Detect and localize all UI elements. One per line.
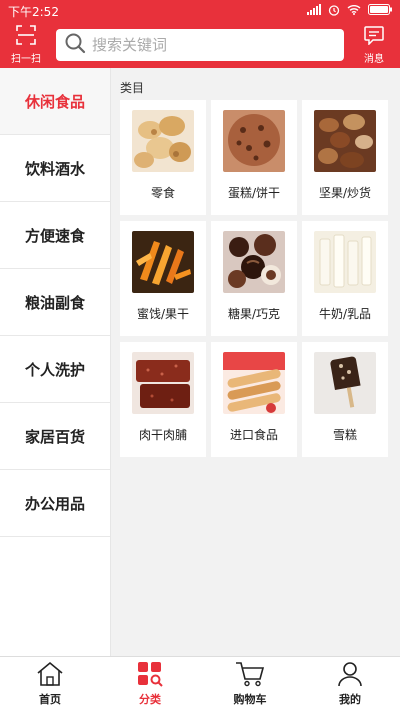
status-time: 下午2:52 (8, 4, 59, 19)
scan-button[interactable]: 扫一扫 (0, 22, 52, 68)
section-title: 类目 (120, 81, 145, 95)
category-tile-dried-fruit[interactable]: 蜜饯/果干 (120, 221, 206, 336)
tab-label: 分类 (139, 693, 161, 706)
bottom-tab-bar: 首页 分类 购物车 我的 (0, 656, 400, 711)
jerky-image (132, 352, 194, 414)
category-tile-nuts[interactable]: 坚果/炒货 (302, 100, 388, 215)
ice-cream-image (314, 352, 376, 414)
category-icon (137, 661, 163, 690)
sidebar-item-personal-care[interactable]: 个人洗护 (0, 336, 110, 403)
tab-label: 购物车 (233, 693, 267, 706)
header-bar: 扫一扫 消息 (0, 22, 400, 68)
scan-label: 扫一扫 (11, 54, 41, 65)
search-bar[interactable] (56, 29, 344, 61)
profile-icon (337, 661, 363, 690)
category-tile-imported-food[interactable]: 进口食品 (211, 342, 297, 457)
category-name: 肉干肉脯 (138, 428, 187, 442)
home-icon (36, 661, 64, 690)
tab-cart[interactable]: 购物车 (200, 657, 300, 711)
category-sidebar: 休闲食品 饮料酒水 方便速食 粮油副食 个人洗护 家居百货 办公用品 (0, 68, 111, 656)
category-grid: 零食 蛋糕/饼干 坚果/炒货 蜜饯/果干 糖果/巧克 牛奶/乳品 肉干肉脯 进口… (120, 100, 388, 457)
sidebar-item-grain-oil[interactable]: 粮油副食 (0, 269, 110, 336)
message-label: 消息 (364, 53, 384, 65)
imported-wafer-image (223, 352, 285, 414)
category-name: 蜜饯/果干 (136, 307, 190, 321)
milk-image (314, 231, 376, 293)
signal-icon (307, 4, 321, 18)
category-tile-candy-chocolate[interactable]: 糖果/巧克 (211, 221, 297, 336)
search-input[interactable] (92, 36, 344, 54)
category-name: 蛋糕/饼干 (227, 186, 281, 200)
tab-category[interactable]: 分类 (100, 657, 200, 711)
snack-image (132, 110, 194, 172)
tab-profile[interactable]: 我的 (300, 657, 400, 711)
sidebar-item-instant-food[interactable]: 方便速食 (0, 202, 110, 269)
chocolate-image (223, 231, 285, 293)
category-name: 坚果/炒货 (318, 186, 372, 200)
sidebar-item-drinks[interactable]: 饮料酒水 (0, 135, 110, 202)
message-icon (364, 25, 384, 48)
sidebar-item-snacks[interactable]: 休闲食品 (0, 68, 110, 135)
cart-icon (235, 661, 265, 690)
category-tile-ice-cream[interactable]: 雪糕 (302, 342, 388, 457)
scan-icon (16, 25, 36, 48)
wifi-icon (347, 4, 361, 18)
category-name: 雪糕 (332, 428, 357, 442)
cookie-image (223, 110, 285, 172)
category-tile-jerky[interactable]: 肉干肉脯 (120, 342, 206, 457)
category-tile-milk-dairy[interactable]: 牛奶/乳品 (302, 221, 388, 336)
sidebar-item-household[interactable]: 家居百货 (0, 403, 110, 470)
category-content: 类目 零食 蛋糕/饼干 坚果/炒货 蜜饯/果干 糖果/巧克 牛奶/乳品 肉干肉脯… (111, 68, 400, 656)
nuts-image (314, 110, 376, 172)
alarm-icon (328, 4, 340, 19)
tab-label: 首页 (39, 693, 61, 706)
category-tile-cake-biscuit[interactable]: 蛋糕/饼干 (211, 100, 297, 215)
sidebar-item-office[interactable]: 办公用品 (0, 470, 110, 537)
status-bar: 下午2:52 (0, 0, 400, 22)
battery-icon (368, 4, 392, 18)
message-button[interactable]: 消息 (348, 22, 400, 68)
category-name: 零食 (150, 186, 175, 200)
dried-fruit-image (132, 231, 194, 293)
tab-home[interactable]: 首页 (0, 657, 100, 711)
category-tile-snack[interactable]: 零食 (120, 100, 206, 215)
category-name: 牛奶/乳品 (318, 307, 372, 321)
tab-label: 我的 (339, 693, 361, 706)
category-name: 进口食品 (229, 428, 278, 442)
search-icon (64, 32, 86, 58)
category-name: 糖果/巧克 (227, 307, 281, 321)
